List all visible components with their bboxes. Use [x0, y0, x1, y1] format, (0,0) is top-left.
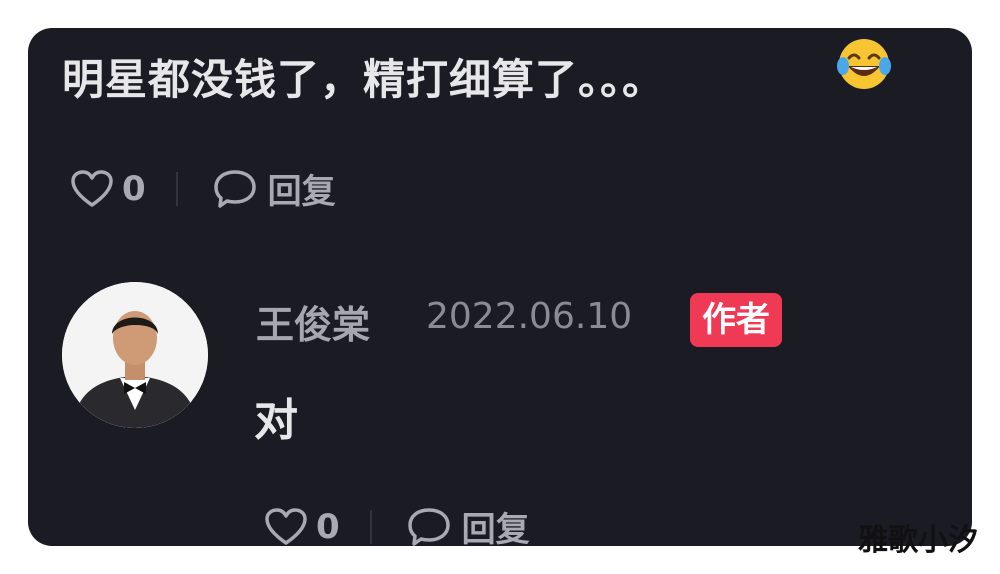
reply-author-name[interactable]: 王俊棠 [256, 294, 370, 349]
laughing-tears-emoji-icon [837, 39, 891, 89]
comment-card: 明星都没钱了，精打细算了。。。 0 回复 王俊棠 2022.06.10 作者 对… [28, 28, 972, 546]
like-count: 0 [122, 168, 146, 209]
reply-text: 对 [254, 395, 298, 446]
reply-button[interactable]: 回复 [212, 164, 336, 213]
divider [369, 509, 372, 544]
heart-icon [71, 169, 113, 207]
heart-icon [265, 507, 307, 545]
watermark: 雅歌小汐 [858, 523, 978, 558]
like-count: 0 [316, 506, 340, 547]
reply-date: 2022.06.10 [426, 296, 633, 337]
reply-label: 回复 [267, 172, 336, 212]
author-avatar[interactable] [62, 282, 208, 428]
like-button[interactable]: 0 [70, 169, 146, 209]
reply-label: 回复 [461, 510, 530, 546]
reply-button[interactable]: 回复 [406, 502, 530, 546]
divider [175, 171, 178, 206]
comment-text: 明星都没钱了，精打细算了。。。 [62, 55, 666, 104]
author-badge: 作者 [690, 293, 782, 347]
like-button[interactable]: 0 [264, 506, 340, 547]
avatar-image [62, 282, 208, 428]
reply-actions: 0 回复 [264, 502, 530, 546]
speech-bubble-icon [407, 507, 450, 546]
speech-bubble-icon [213, 169, 256, 208]
comment-actions: 0 回复 [70, 164, 336, 213]
